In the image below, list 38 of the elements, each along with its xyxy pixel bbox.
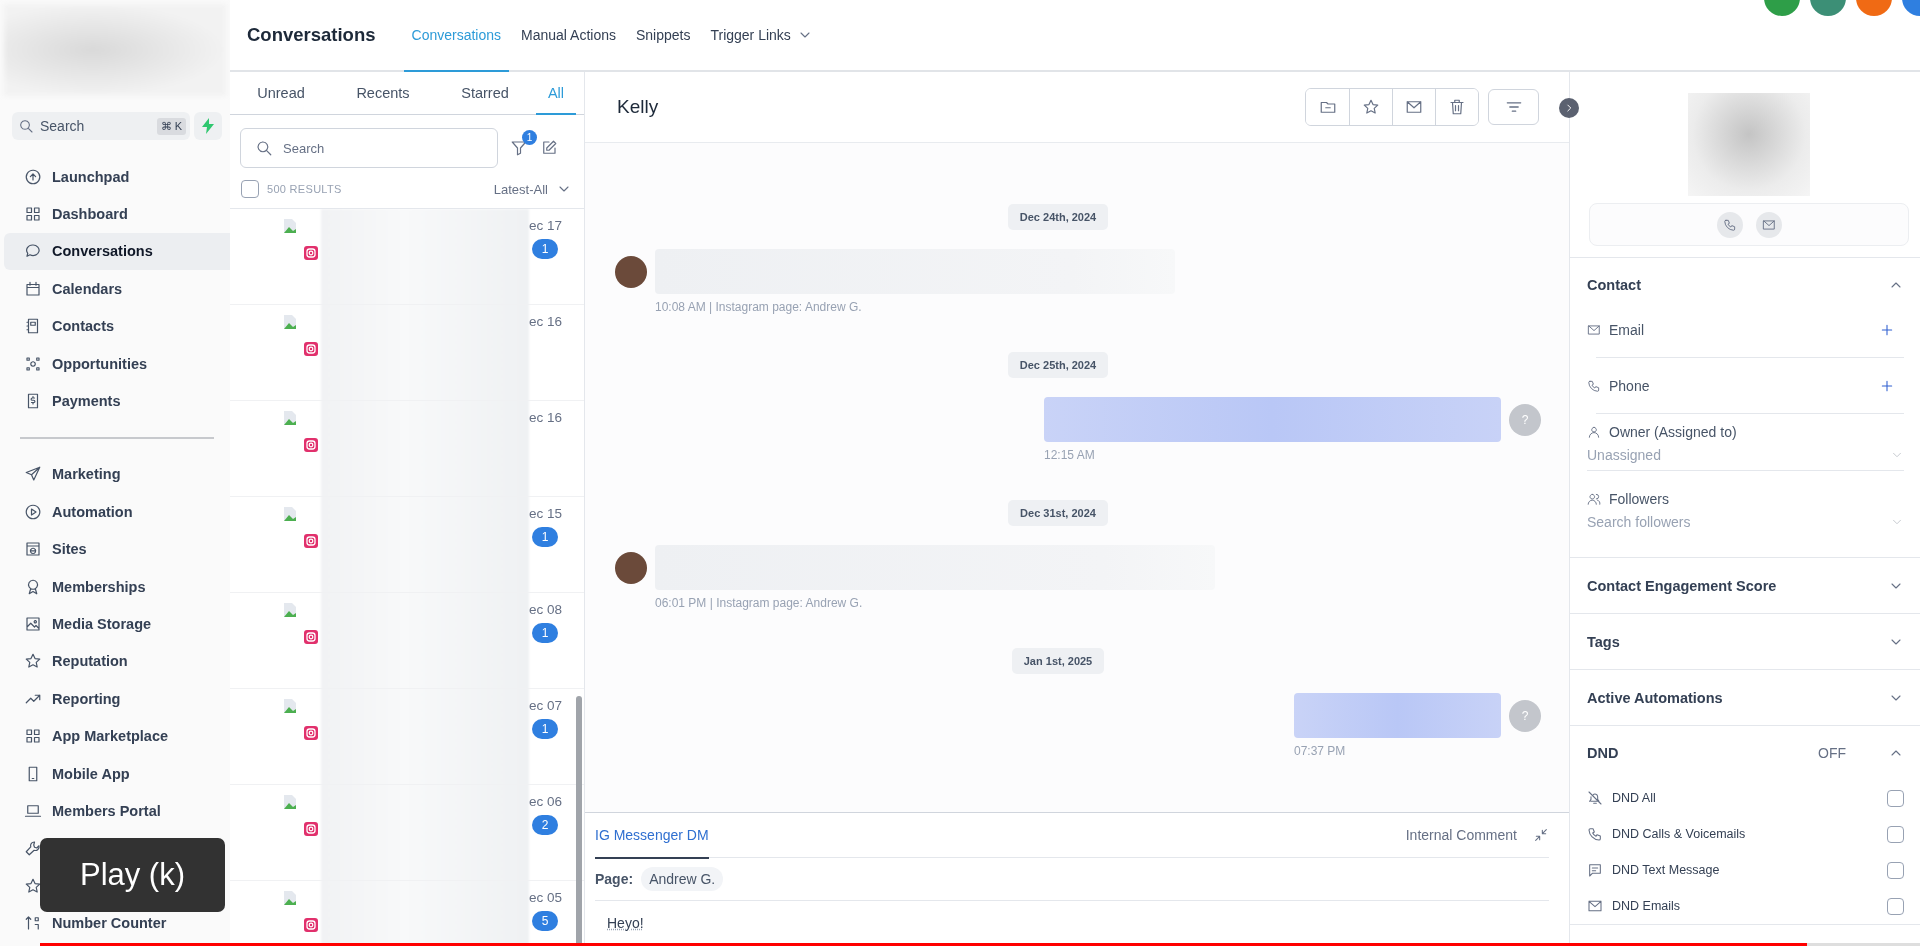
field-label: Email: [1609, 321, 1645, 338]
option-label: DND Emails: [1612, 899, 1682, 913]
unread-badge: 1: [532, 239, 558, 259]
unread-badge: 1: [532, 719, 558, 739]
tooltip: Play (k): [40, 838, 225, 912]
conversation-date: ec 05: [529, 890, 563, 905]
option-label: DND All: [1612, 791, 1657, 805]
conversation-date: ec 16: [529, 410, 563, 425]
conversation-date: ec 08: [529, 602, 563, 617]
message-meta: 07:37 PM: [1294, 744, 1346, 758]
unread-badge: 1: [532, 623, 558, 643]
conversation-date: ec 15: [529, 506, 563, 521]
avatar: ?: [1509, 403, 1541, 436]
avatar: ?: [1509, 699, 1541, 732]
option-label: DND Text Message: [1612, 863, 1721, 877]
results-count: 500 RESULTS: [267, 183, 343, 195]
page-title: Conversations: [247, 24, 376, 46]
shortcut-key: ⌘ K: [156, 117, 186, 135]
conversation-date: ec 06: [529, 794, 563, 809]
message-meta: 10:08 AM | Instagram page: Andrew G.: [655, 300, 863, 314]
unread-badge: 5: [532, 911, 558, 931]
message-meta: 06:01 PM | Instagram page: Andrew G.: [655, 596, 864, 610]
conversation-date: ec 07: [529, 698, 563, 713]
conversation-date: ec 17: [529, 218, 563, 233]
section-title: DND: [1587, 745, 1620, 761]
status-label: OFF: [1818, 745, 1846, 761]
page-label: Page:: [595, 871, 634, 887]
unread-badge: 1: [532, 527, 558, 547]
field-label: Followers: [1609, 491, 1670, 507]
option-label: DND Calls & Voicemails: [1612, 827, 1747, 841]
contact-name: Kelly: [617, 96, 660, 118]
unread-badge: 2: [532, 815, 558, 835]
section-title: Contact: [1587, 277, 1642, 293]
field-label: Owner (Assigned to): [1609, 424, 1738, 440]
conversation-date: ec 16: [529, 314, 563, 329]
message-meta: 12:15 AM: [1044, 448, 1095, 462]
field-label: Phone: [1609, 377, 1651, 394]
count-badge: 1: [522, 130, 537, 145]
